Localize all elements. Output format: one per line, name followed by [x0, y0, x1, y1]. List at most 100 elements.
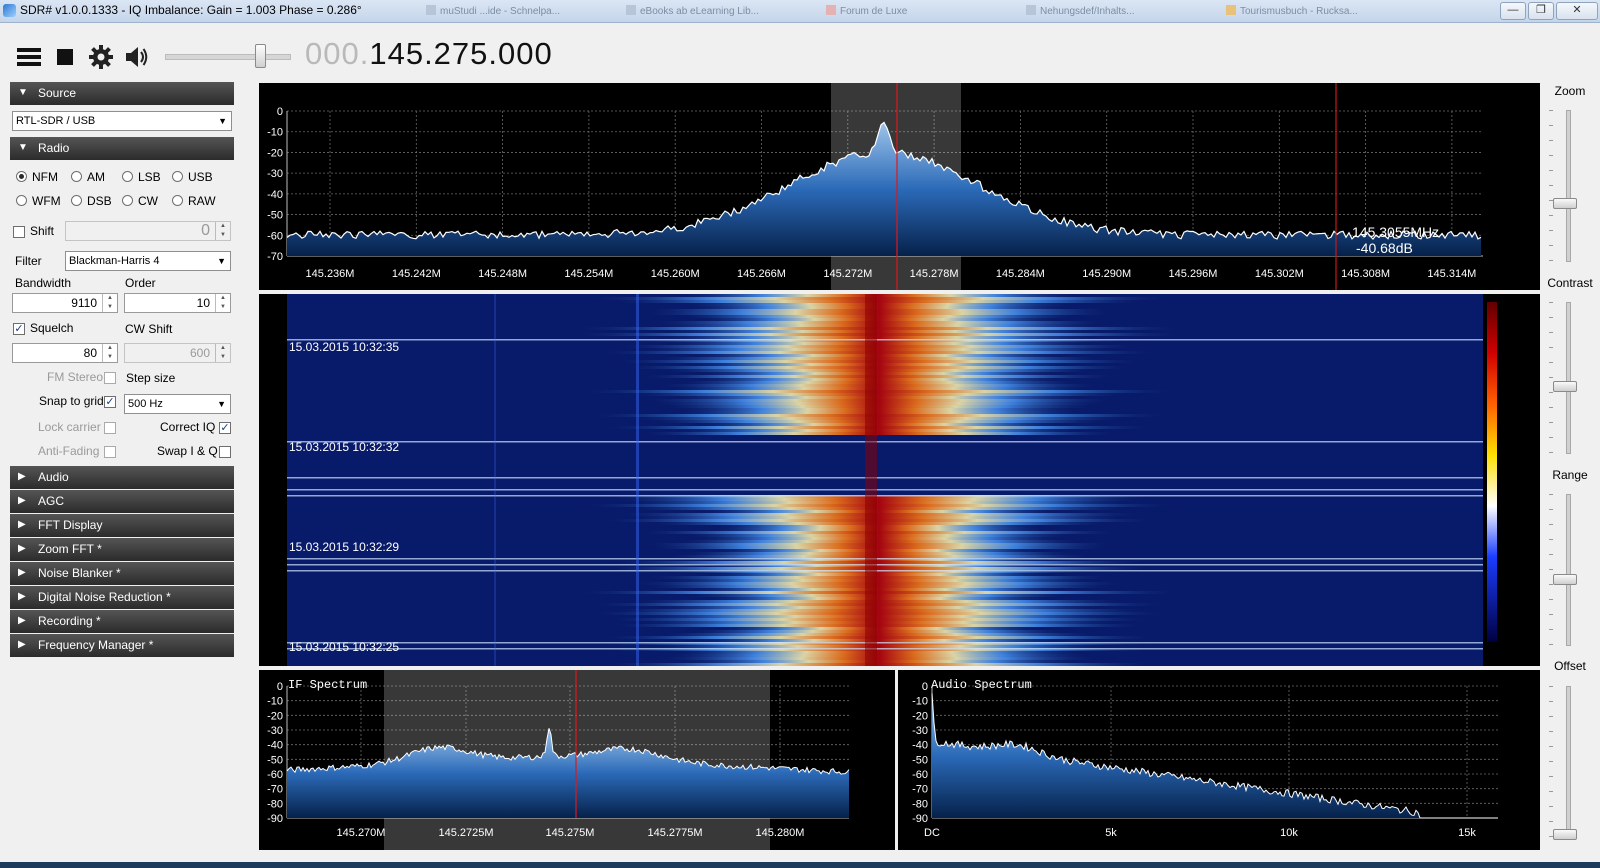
- mode-dsb-label: DSB: [87, 194, 112, 208]
- mode-wfm-radio[interactable]: [16, 195, 27, 206]
- slider-tick: [1549, 437, 1553, 438]
- zoom-slider[interactable]: [1566, 110, 1571, 262]
- frequency-display[interactable]: 000.145.275.000: [305, 36, 553, 72]
- swapiq-checkbox[interactable]: [219, 446, 231, 458]
- close-button[interactable]: ✕: [1556, 2, 1598, 20]
- section-zoom-fft[interactable]: ▶ Zoom FFT *: [10, 538, 234, 561]
- section-recording[interactable]: ▶ Recording *: [10, 610, 234, 633]
- y-tick-label: -50: [267, 210, 283, 222]
- section-agc[interactable]: ▶ AGC: [10, 490, 234, 513]
- background-tab[interactable]: Nehungsdef/Inhalts...: [1026, 5, 1196, 17]
- mode-dsb-radio[interactable]: [71, 195, 82, 206]
- bandwidth-input[interactable]: 9110 ▲ ▼: [12, 293, 118, 313]
- offset-slider[interactable]: [1566, 686, 1571, 838]
- mode-lsb-radio[interactable]: [122, 171, 133, 182]
- section-radio[interactable]: ▼ Radio: [10, 137, 234, 160]
- volume-slider-thumb[interactable]: [255, 44, 266, 68]
- shift-checkbox[interactable]: [13, 226, 25, 238]
- slider-tick: [1549, 629, 1553, 630]
- color-legend: [1487, 302, 1497, 642]
- lockcarrier-checkbox[interactable]: [104, 422, 116, 434]
- y-tick-label: -20: [267, 710, 283, 722]
- waterfall-row: [682, 630, 1076, 633]
- waterfall-row: [614, 501, 1144, 504]
- step-size-select[interactable]: 500 Hz ▼: [124, 394, 231, 414]
- waterfall-timestamp: 15.03.2015 10:32:32: [289, 440, 399, 454]
- volume-slider[interactable]: [165, 54, 291, 60]
- waterfall-spur: [494, 294, 496, 666]
- contrast-slider[interactable]: [1566, 302, 1571, 454]
- waterfall-panel[interactable]: 15.03.2015 10:32:35 15.03.2015 10:32:32 …: [259, 294, 1540, 666]
- filter-select[interactable]: Blackman-Harris 4 ▼: [65, 251, 231, 271]
- tab-icon: [626, 5, 636, 15]
- restore-button[interactable]: ❐: [1528, 2, 1554, 20]
- order-input[interactable]: 10 ▲ ▼: [124, 293, 231, 313]
- mode-nfm-radio[interactable]: [16, 171, 27, 182]
- waterfall-row: [677, 534, 1081, 537]
- waterfall-row: [680, 306, 1078, 309]
- waterfall-row: [707, 549, 1051, 552]
- spinner-arrows-icon[interactable]: ▲ ▼: [215, 294, 230, 312]
- shift-label: Shift: [30, 224, 55, 238]
- range-slider[interactable]: [1566, 494, 1571, 646]
- spinner-arrows-icon[interactable]: ▲ ▼: [102, 344, 117, 362]
- settings-icon[interactable]: [88, 44, 114, 70]
- fmstereo-checkbox[interactable]: [104, 372, 116, 384]
- window-title: SDR# v1.0.0.1333 - IQ Imbalance: Gain = …: [20, 3, 362, 17]
- squelch-label: Squelch: [30, 321, 74, 335]
- stop-icon[interactable]: [52, 44, 78, 70]
- audio-spectrum-panel[interactable]: Audio Spectrum 0 -10 -20 -30 -40 -50 -60 -70 -80…: [898, 670, 1540, 850]
- speaker-icon[interactable]: [124, 44, 150, 70]
- mode-am-radio[interactable]: [71, 171, 82, 182]
- section-source[interactable]: ▼ Source: [10, 82, 234, 105]
- x-tick-label: DC: [924, 827, 940, 839]
- waterfall-row: [599, 624, 1159, 627]
- spinner-arrows-icon[interactable]: ▲ ▼: [215, 222, 230, 240]
- range-slider-thumb[interactable]: [1553, 574, 1577, 585]
- tab-icon: [826, 5, 836, 15]
- spinner-arrows-icon[interactable]: ▲ ▼: [215, 344, 230, 362]
- waterfall-row: [630, 348, 1128, 351]
- section-digital-noise-reduction[interactable]: ▶ Digital Noise Reduction *: [10, 586, 234, 609]
- waterfall-row: [563, 591, 1195, 594]
- if-spectrum-panel[interactable]: IF Spectrum 0 -10 -20 -30 -40 -50 -60 -70 -80 -90…: [259, 670, 895, 850]
- section-frequency-manager[interactable]: ▶ Frequency Manager *: [10, 634, 234, 657]
- x-tick-label: 145.278M: [910, 268, 959, 280]
- spinner-arrows-icon[interactable]: ▲ ▼: [102, 294, 117, 312]
- x-tick-label: 145.260M: [651, 268, 700, 280]
- background-tab[interactable]: eBooks ab eLearning Lib...: [626, 5, 796, 17]
- cwshift-input[interactable]: 600 ▲ ▼: [124, 343, 231, 363]
- slider-tick: [1549, 422, 1553, 423]
- background-tab[interactable]: muStudi ...ide - Schnelpa...: [426, 5, 596, 17]
- offset-slider-thumb[interactable]: [1553, 829, 1577, 840]
- main-spectrum-panel[interactable]: 0 -10 -20 -30 -40 -50 -60 -70 145.236M 145.242M 1…: [259, 83, 1540, 290]
- minimize-button[interactable]: —: [1500, 2, 1526, 20]
- section-audio[interactable]: ▶ Audio: [10, 466, 234, 489]
- background-tab[interactable]: Tourismusbuch - Rucksa...: [1226, 5, 1406, 17]
- squelch-checkbox[interactable]: ✓: [13, 323, 25, 335]
- snap-checkbox[interactable]: ✓: [104, 396, 116, 408]
- mode-cw-radio[interactable]: [122, 195, 133, 206]
- squelch-input[interactable]: 80 ▲ ▼: [12, 343, 118, 363]
- contrast-slider-thumb[interactable]: [1553, 381, 1577, 392]
- menu-icon[interactable]: [16, 44, 42, 70]
- range-label: Range: [1552, 468, 1588, 482]
- shift-input[interactable]: 0 ▲ ▼: [65, 221, 231, 241]
- antifading-checkbox[interactable]: [104, 446, 116, 458]
- waterfall-row: [672, 315, 1086, 318]
- waterfall-row: [639, 645, 1119, 648]
- source-device-select[interactable]: RTL-SDR / USB ▼: [12, 111, 232, 131]
- waterfall-row: [617, 507, 1141, 510]
- correctiq-checkbox[interactable]: ✓: [219, 422, 231, 434]
- slider-tick: [1549, 821, 1553, 822]
- section-fft-display[interactable]: ▶ FFT Display: [10, 514, 234, 537]
- filter-label: Filter: [15, 254, 42, 268]
- mode-usb-radio[interactable]: [172, 171, 183, 182]
- y-tick-label: -60: [267, 230, 283, 242]
- y-tick-label: -10: [267, 696, 283, 708]
- slider-tick: [1549, 836, 1553, 837]
- zoom-slider-thumb[interactable]: [1553, 198, 1577, 209]
- mode-raw-radio[interactable]: [172, 195, 183, 206]
- background-tab[interactable]: Forum de Luxe: [826, 5, 996, 17]
- section-noise-blanker[interactable]: ▶ Noise Blanker *: [10, 562, 234, 585]
